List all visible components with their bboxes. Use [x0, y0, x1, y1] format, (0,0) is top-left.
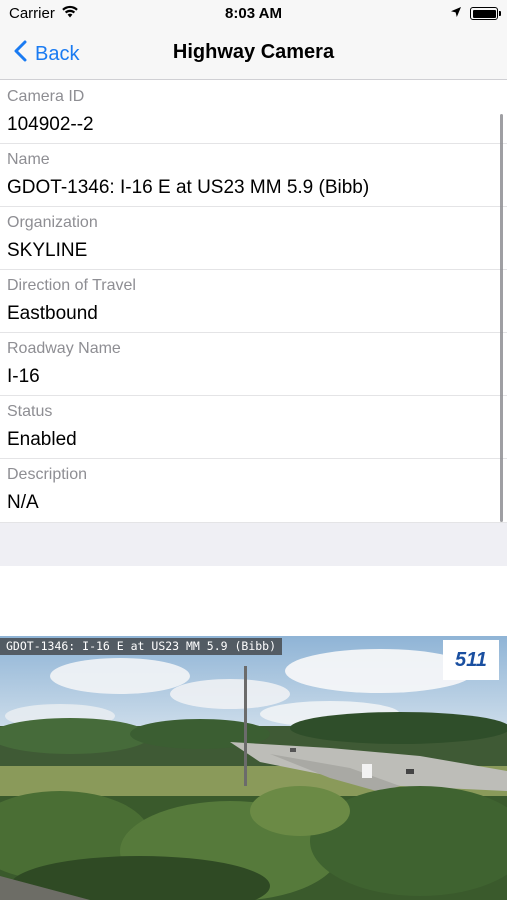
- battery-fill: [472, 9, 496, 18]
- 511-logo: 511: [443, 640, 499, 680]
- detail-row-name: Name GDOT-1346: I-16 E at US23 MM 5.9 (B…: [0, 144, 507, 207]
- detail-row-description: Description N/A: [0, 459, 507, 522]
- camera-snapshot-image[interactable]: GDOT-1346: I-16 E at US23 MM 5.9 (Bibb) …: [0, 636, 507, 900]
- camera-detail-list: Camera ID 104902--2 Name GDOT-1346: I-16…: [0, 81, 507, 522]
- scroll-indicator[interactable]: [500, 114, 503, 522]
- detail-label: Camera ID: [7, 88, 85, 105]
- status-bar: Carrier 8:03 AM: [0, 0, 507, 28]
- detail-row-organization: Organization SKYLINE: [0, 207, 507, 270]
- detail-value: I-16: [7, 366, 40, 387]
- detail-row-camera-id: Camera ID 104902--2: [0, 81, 507, 144]
- detail-label: Roadway Name: [7, 340, 121, 357]
- status-right: [450, 5, 501, 22]
- detail-value: N/A: [7, 492, 39, 513]
- detail-value: Eastbound: [7, 303, 98, 324]
- camera-scene: [0, 636, 507, 900]
- battery-icon: [470, 7, 501, 20]
- section-separator: [0, 522, 507, 566]
- detail-label: Status: [7, 403, 53, 420]
- detail-label: Direction of Travel: [7, 277, 136, 294]
- detail-row-status: Status Enabled: [0, 396, 507, 459]
- detail-label: Organization: [7, 214, 98, 231]
- detail-value: GDOT-1346: I-16 E at US23 MM 5.9 (Bibb): [7, 177, 370, 198]
- detail-value: Enabled: [7, 429, 77, 450]
- detail-row-direction: Direction of Travel Eastbound: [0, 270, 507, 333]
- page-title: Highway Camera: [172, 41, 335, 63]
- detail-label: Name: [7, 151, 50, 168]
- detail-value: SKYLINE: [7, 240, 88, 261]
- camera-caption: GDOT-1346: I-16 E at US23 MM 5.9 (Bibb): [0, 638, 283, 655]
- detail-value: 104902--2: [7, 114, 94, 135]
- location-arrow-icon: [450, 5, 462, 22]
- detail-label: Description: [7, 466, 88, 483]
- status-time: 8:03 AM: [225, 5, 282, 22]
- navigation-bar: Back Highway Camera: [0, 28, 507, 80]
- detail-row-roadway: Roadway Name I-16: [0, 333, 507, 396]
